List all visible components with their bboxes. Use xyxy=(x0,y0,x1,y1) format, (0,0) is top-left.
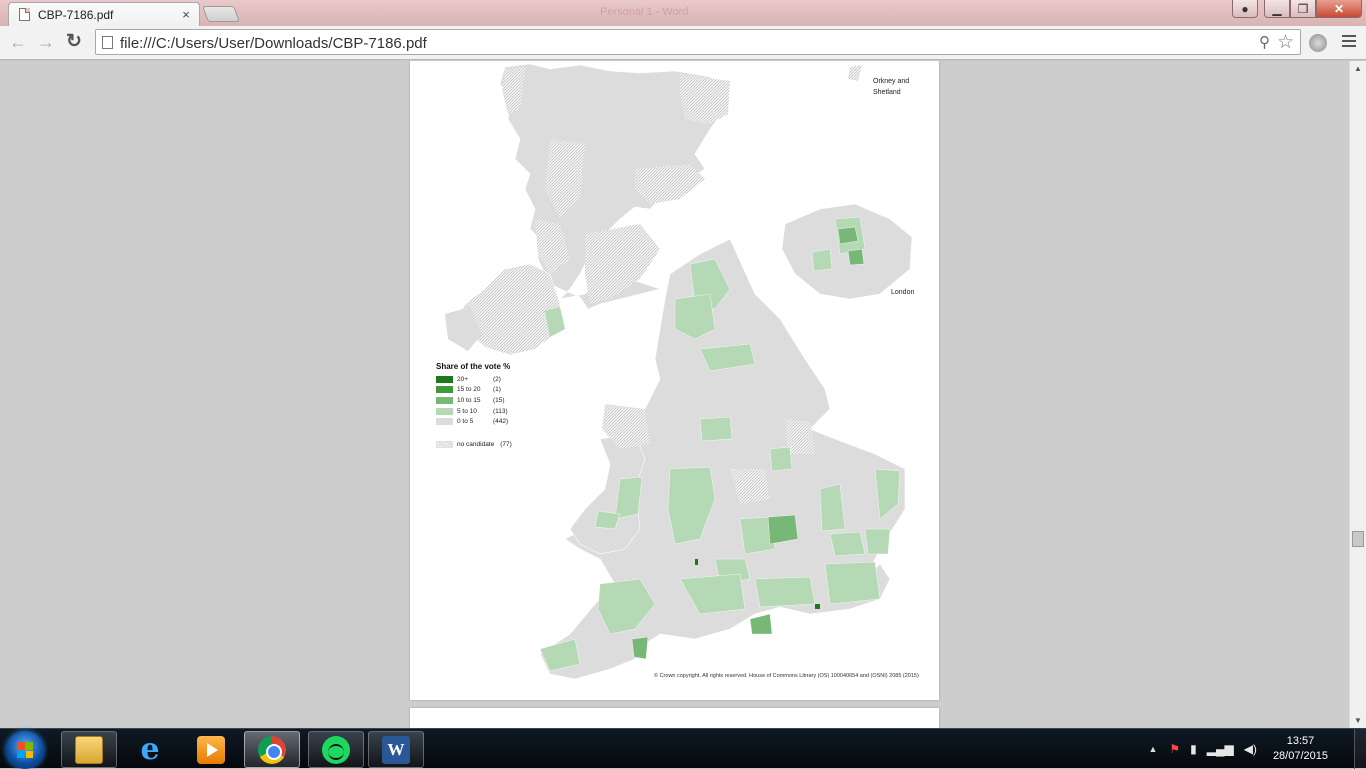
pdf-viewer[interactable]: Orkney and Shetland London Share of the … xyxy=(0,61,1349,728)
media-player-icon xyxy=(197,735,225,764)
chrome-icon xyxy=(258,735,286,764)
legend-count: (2) xyxy=(493,375,501,383)
page-icon xyxy=(102,36,113,49)
no-candidate-count: (77) xyxy=(500,440,512,448)
scrollbar-thumb[interactable] xyxy=(1352,531,1364,547)
document-icon xyxy=(19,8,30,21)
taskbar-word[interactable]: W xyxy=(368,731,424,768)
bookmark-star-icon[interactable]: ☆ xyxy=(1277,31,1294,54)
title-bar: CBP-7186.pdf × Personal 1 - Word ● ▁ ❐ ✕ xyxy=(0,0,1366,26)
clock-time: 13:57 xyxy=(1286,735,1315,747)
window-controls: ● ▁ ❐ ✕ xyxy=(1232,0,1362,18)
taskbar-internet-explorer[interactable]: e xyxy=(122,731,178,768)
taskbar: e W ▲ ⚑ ▮ ▂▄▆ ◀) 13:57 28/07/2015 xyxy=(0,728,1366,769)
taskbar-spotify[interactable] xyxy=(308,731,364,768)
windows-logo-icon xyxy=(17,742,33,758)
internet-explorer-icon: e xyxy=(140,731,160,767)
user-icon[interactable]: ● xyxy=(1232,0,1258,18)
legend-row: 0 to 5 (442) xyxy=(436,416,556,427)
hatched-swatch xyxy=(436,440,453,448)
legend-label: 5 to 10 xyxy=(457,407,477,415)
legend-label: 20+ xyxy=(457,375,469,383)
new-tab-button[interactable] xyxy=(202,6,240,22)
clock-date: 28/07/2015 xyxy=(1272,750,1328,762)
power-icon[interactable]: ▮ xyxy=(1190,742,1197,756)
back-arrow-icon[interactable]: ← xyxy=(8,33,28,53)
extension-icon[interactable] xyxy=(1309,34,1327,52)
volume-icon[interactable]: ◀) xyxy=(1244,742,1257,756)
tab-close-icon[interactable]: × xyxy=(179,7,193,22)
legend-row: 5 to 10 (113) xyxy=(436,406,556,417)
taskbar-chrome[interactable] xyxy=(244,731,300,768)
taskbar-file-explorer[interactable] xyxy=(61,731,117,768)
legend-label: 10 to 15 xyxy=(457,396,481,404)
show-hidden-icons-icon[interactable]: ▲ xyxy=(1148,744,1157,754)
address-bar[interactable]: file:///C:/Users/User/Downloads/CBP-7186… xyxy=(95,29,1301,55)
folder-icon xyxy=(75,735,103,764)
show-desktop-button[interactable] xyxy=(1354,729,1366,769)
word-icon: W xyxy=(382,735,410,764)
orkney-shetland-label: Orkney and Shetland xyxy=(873,78,910,96)
pdf-next-page xyxy=(410,708,939,728)
no-candidate-legend: no candidate (77) xyxy=(436,440,556,448)
legend-count: (1) xyxy=(493,386,501,394)
no-candidate-label: no candidate xyxy=(457,440,495,448)
legend-swatch xyxy=(436,396,453,404)
legend-count: (113) xyxy=(493,407,508,415)
scroll-down-icon[interactable]: ▼ xyxy=(1354,716,1362,725)
taskbar-media-player[interactable] xyxy=(183,731,239,768)
share-20-plus-region xyxy=(815,604,820,609)
browser-toolbar: ← → ↻ file:///C:/Users/User/Downloads/CB… xyxy=(0,26,1366,60)
legend-count: (442) xyxy=(493,418,509,426)
action-center-flag-icon[interactable]: ⚑ xyxy=(1169,742,1180,756)
legend-swatch xyxy=(436,418,453,426)
tab-pdf[interactable]: CBP-7186.pdf × xyxy=(8,2,200,26)
spotify-icon xyxy=(322,735,350,764)
legend-row: 20+ (2) xyxy=(436,374,556,385)
network-icon[interactable]: ▂▄▆ xyxy=(1207,742,1234,756)
close-button[interactable]: ✕ xyxy=(1316,0,1362,18)
map-legend: Share of the vote % 20+ (2) 15 to 20 (1)… xyxy=(436,362,556,448)
maximize-button[interactable]: ❐ xyxy=(1290,0,1316,18)
menu-icon[interactable] xyxy=(1342,35,1356,50)
search-icon[interactable]: ⚲ xyxy=(1259,33,1270,51)
reload-icon[interactable]: ↻ xyxy=(64,32,84,53)
legend-swatch xyxy=(436,375,453,383)
forward-arrow-icon[interactable]: → xyxy=(36,33,56,53)
scroll-up-icon[interactable]: ▲ xyxy=(1354,64,1362,73)
tab-title: CBP-7186.pdf xyxy=(38,7,114,22)
london-label: London xyxy=(891,289,915,296)
system-tray: ▲ ⚑ ▮ ▂▄▆ ◀) 13:57 28/07/2015 xyxy=(1148,729,1366,769)
url-text[interactable]: file:///C:/Users/User/Downloads/CBP-7186… xyxy=(120,35,427,52)
no-candidate-area xyxy=(848,65,862,81)
vertical-scrollbar[interactable]: ▲ ▼ xyxy=(1349,61,1366,728)
window-title: Personal 1 - Word xyxy=(600,6,689,18)
legend-swatch xyxy=(436,386,453,394)
share-20-plus-region xyxy=(695,559,698,565)
legend-count: (15) xyxy=(493,396,505,404)
start-button[interactable] xyxy=(6,731,44,769)
no-candidate-area xyxy=(635,164,705,204)
legend-row: 15 to 20 (1) xyxy=(436,385,556,396)
legend-label: 15 to 20 xyxy=(457,386,481,394)
legend-row: 10 to 15 (15) xyxy=(436,395,556,406)
no-candidate-area xyxy=(680,74,730,124)
legend-label: 0 to 5 xyxy=(457,418,474,426)
legend-swatch xyxy=(436,407,453,415)
legend-title: Share of the vote % xyxy=(436,362,511,371)
clock[interactable]: 13:57 28/07/2015 xyxy=(1273,734,1328,764)
minimize-button[interactable]: ▁ xyxy=(1264,0,1290,18)
copyright-text: © Crown copyright. All rights reserved. … xyxy=(654,673,919,679)
pdf-page: Orkney and Shetland London Share of the … xyxy=(410,61,939,700)
